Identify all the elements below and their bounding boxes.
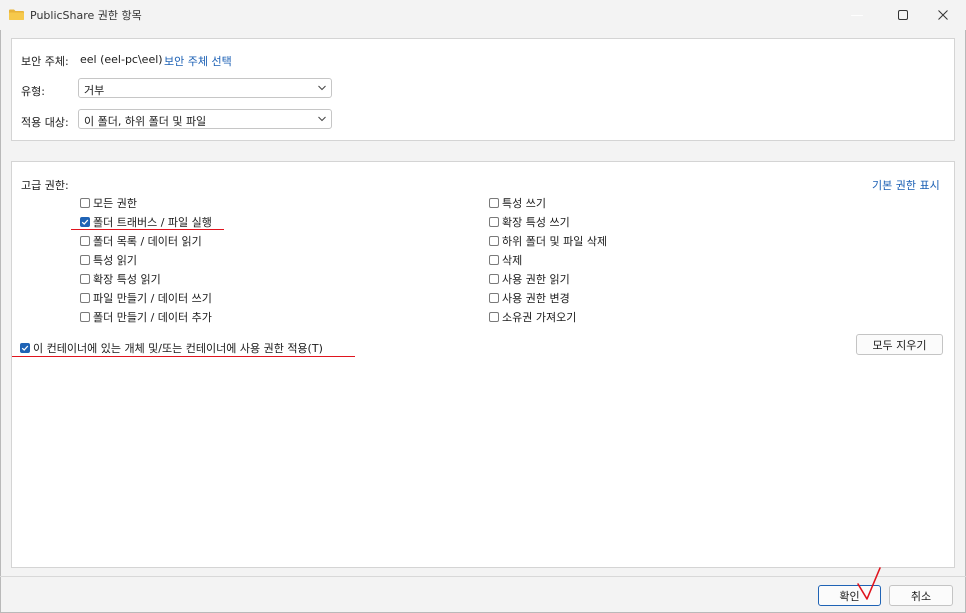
permission-label: 특성 읽기 [93,254,137,267]
permission-checkbox[interactable] [489,274,499,284]
permission-label: 파일 만들기 / 데이터 쓰기 [93,292,212,305]
type-select-value: 거부 [84,84,105,97]
permission-option[interactable]: 파일 만들기 / 데이터 쓰기 [80,290,212,306]
applies-to-select-value: 이 폴더, 하위 폴더 및 파일 [84,115,207,128]
permission-checkbox[interactable] [80,217,90,227]
permission-checkbox[interactable] [489,198,499,208]
permission-option[interactable]: 확장 특성 읽기 [80,271,161,287]
permission-option[interactable]: 삭제 [489,252,522,268]
apply-to-container-checkbox[interactable] [20,343,30,353]
apply-to-container-option[interactable]: 이 컨테이너에 있는 개체 및/또는 컨테이너에 사용 권한 적용(T) [20,340,323,356]
permission-option[interactable]: 사용 권한 읽기 [489,271,570,287]
clear-all-label: 모두 지우기 [872,338,927,352]
permission-checkbox[interactable] [489,312,499,322]
permission-label: 폴더 만들기 / 데이터 추가 [93,311,212,324]
permission-label: 특성 쓰기 [502,197,546,210]
type-select[interactable]: 거부 [78,78,332,98]
permission-checkbox[interactable] [489,236,499,246]
minimize-button[interactable]: — [834,0,880,30]
permission-option[interactable]: 폴더 목록 / 데이터 읽기 [80,233,202,249]
cancel-button[interactable]: 취소 [889,585,953,606]
permission-option[interactable]: 폴더 만들기 / 데이터 추가 [80,309,212,325]
permission-label: 삭제 [502,254,523,267]
permission-option[interactable]: 특성 쓰기 [489,195,546,211]
checkmark-icon [21,345,29,351]
permission-checkbox[interactable] [80,198,90,208]
permission-option[interactable]: 확장 특성 쓰기 [489,214,570,230]
footer-separator [0,576,966,577]
show-basic-permissions-link[interactable]: 기본 권한 표시 [872,177,940,193]
advanced-permissions-label: 고급 권한: [21,179,69,192]
folder-icon [9,9,24,20]
permission-checkbox[interactable] [80,255,90,265]
permission-label: 사용 권한 읽기 [502,273,570,286]
annotation-underline-traverse [71,229,224,230]
select-principal-link[interactable]: 보안 주체 선택 [164,53,232,69]
chevron-down-icon [318,85,326,91]
chevron-down-icon [318,116,326,122]
permission-checkbox[interactable] [489,293,499,303]
permission-label: 폴더 목록 / 데이터 읽기 [93,235,202,248]
type-label: 유형: [21,85,45,98]
checkmark-icon [81,219,89,225]
applies-to-select[interactable]: 이 폴더, 하위 폴더 및 파일 [78,109,332,129]
permission-option[interactable]: 사용 권한 변경 [489,290,570,306]
annotation-underline-apply-container [12,356,355,357]
window-title: PublicShare 권한 항목 [30,9,142,22]
clear-all-button[interactable]: 모두 지우기 [856,334,943,355]
permission-checkbox[interactable] [80,293,90,303]
permission-checkbox[interactable] [80,274,90,284]
principal-label: 보안 주체: [21,55,69,68]
applies-to-label: 적용 대상: [21,116,69,129]
permission-option[interactable]: 하위 폴더 및 파일 삭제 [489,233,607,249]
apply-to-container-label: 이 컨테이너에 있는 개체 및/또는 컨테이너에 사용 권한 적용(T) [33,342,323,355]
cancel-label: 취소 [910,589,932,603]
permission-option[interactable]: 모든 권한 [80,195,137,211]
permission-checkbox[interactable] [489,217,499,227]
principal-value: eel (eel-pc\eel) [80,53,163,66]
close-button[interactable] [920,0,966,30]
permission-checkbox[interactable] [80,236,90,246]
permission-label: 소유권 가져오기 [502,311,577,324]
permission-label: 확장 특성 쓰기 [502,216,570,229]
permission-label: 확장 특성 읽기 [93,273,161,286]
close-icon [938,10,948,20]
permission-option[interactable]: 소유권 가져오기 [489,309,576,325]
permission-checkbox[interactable] [80,312,90,322]
maximize-icon [898,10,908,20]
minimize-icon: — [850,7,864,23]
permission-label: 하위 폴더 및 파일 삭제 [502,235,608,248]
permission-option[interactable]: 폴더 트래버스 / 파일 실행 [80,214,212,230]
permission-label: 모든 권한 [93,197,137,210]
title-bar: PublicShare 권한 항목 — [0,0,966,30]
permission-label: 폴더 트래버스 / 파일 실행 [93,216,212,229]
annotation-checkmark-icon [857,567,881,600]
permission-label: 사용 권한 변경 [502,292,570,305]
permission-checkbox[interactable] [489,255,499,265]
permission-option[interactable]: 특성 읽기 [80,252,137,268]
